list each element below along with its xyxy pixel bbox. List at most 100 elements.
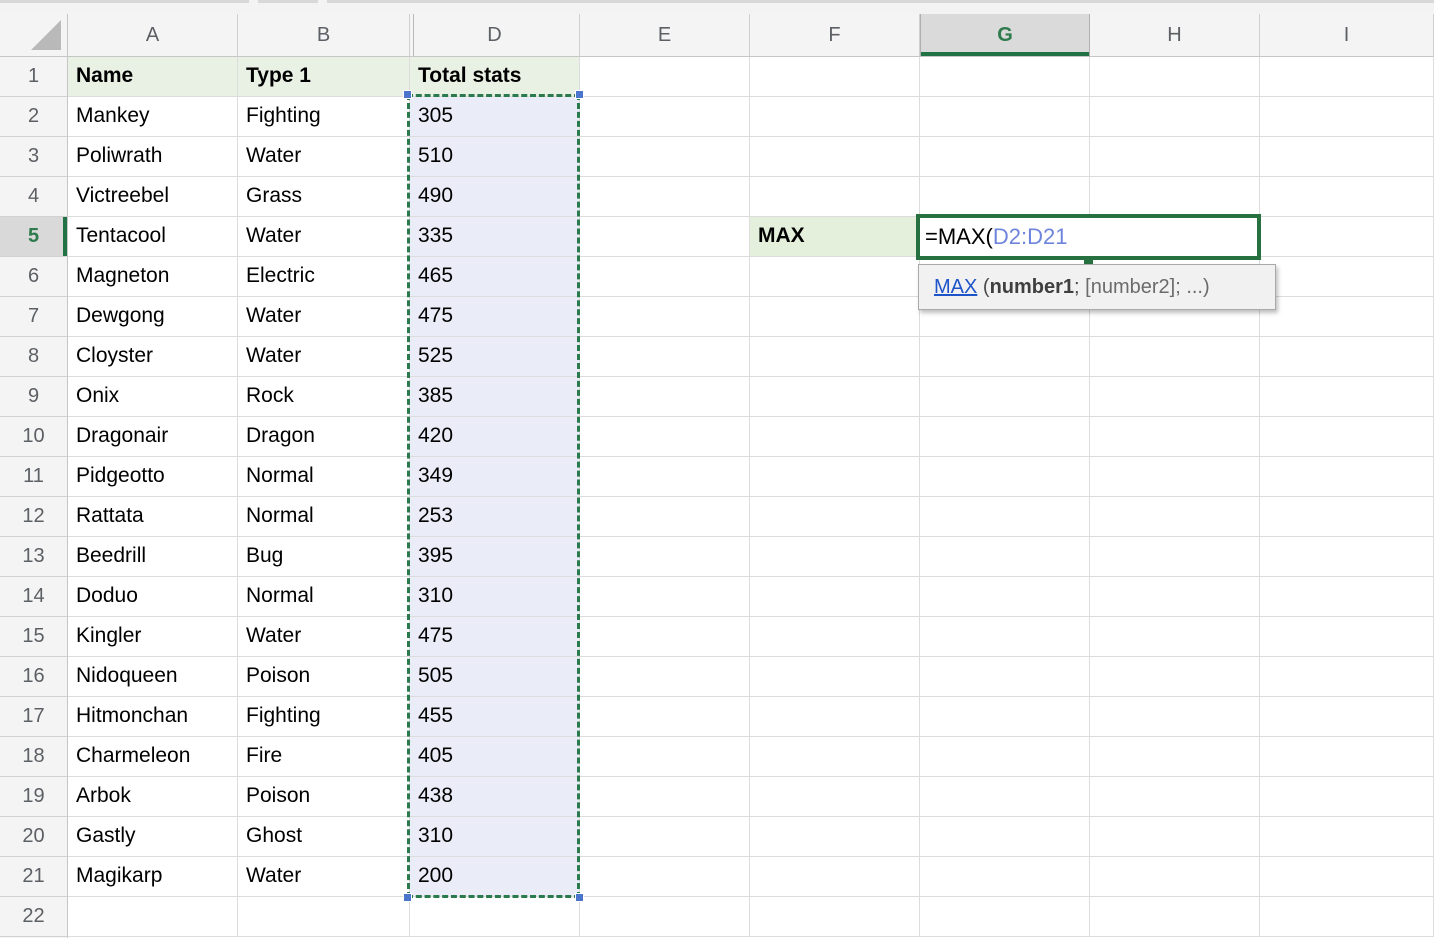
cell-I6[interactable] <box>1260 257 1434 297</box>
cell-D2[interactable]: 305 <box>410 97 580 137</box>
cell-D9[interactable]: 385 <box>410 377 580 417</box>
cell-E13[interactable] <box>580 537 750 577</box>
cell-A10[interactable]: Dragonair <box>68 417 238 457</box>
cell-I8[interactable] <box>1260 337 1434 377</box>
cell-H10[interactable] <box>1090 417 1260 457</box>
row-header-20[interactable]: 20 <box>0 817 68 857</box>
cell-A17[interactable]: Hitmonchan <box>68 697 238 737</box>
cell-I22[interactable] <box>1260 897 1434 937</box>
column-header-G[interactable]: G <box>920 14 1090 57</box>
cell-A13[interactable]: Beedrill <box>68 537 238 577</box>
cell-E11[interactable] <box>580 457 750 497</box>
cell-B4[interactable]: Grass <box>238 177 410 217</box>
cell-F19[interactable] <box>750 777 920 817</box>
cell-D21[interactable]: 200 <box>410 857 580 897</box>
row-header-9[interactable]: 9 <box>0 377 68 417</box>
cell-E7[interactable] <box>580 297 750 337</box>
cell-H15[interactable] <box>1090 617 1260 657</box>
row-header-16[interactable]: 16 <box>0 657 68 697</box>
cell-E20[interactable] <box>580 817 750 857</box>
cell-E1[interactable] <box>580 57 750 97</box>
cell-H18[interactable] <box>1090 737 1260 777</box>
cell-B11[interactable]: Normal <box>238 457 410 497</box>
cell-B10[interactable]: Dragon <box>238 417 410 457</box>
function-help-link[interactable]: MAX <box>934 276 977 299</box>
cell-H2[interactable] <box>1090 97 1260 137</box>
cell-H20[interactable] <box>1090 817 1260 857</box>
cell-I12[interactable] <box>1260 497 1434 537</box>
cell-G1[interactable] <box>920 57 1090 97</box>
cell-D12[interactable]: 253 <box>410 497 580 537</box>
cell-F12[interactable] <box>750 497 920 537</box>
cell-A5[interactable]: Tentacool <box>68 217 238 257</box>
cell-A22[interactable] <box>68 897 238 937</box>
cell-I1[interactable] <box>1260 57 1434 97</box>
cell-I15[interactable] <box>1260 617 1434 657</box>
cell-G10[interactable] <box>920 417 1090 457</box>
cell-D5[interactable]: 335 <box>410 217 580 257</box>
cell-A18[interactable]: Charmeleon <box>68 737 238 777</box>
cell-A12[interactable]: Rattata <box>68 497 238 537</box>
column-header-E[interactable]: E <box>580 14 750 57</box>
cell-I7[interactable] <box>1260 297 1434 337</box>
cell-A20[interactable]: Gastly <box>68 817 238 857</box>
cell-I5[interactable] <box>1260 217 1434 257</box>
cell-A3[interactable]: Poliwrath <box>68 137 238 177</box>
row-header-5[interactable]: 5 <box>0 217 68 257</box>
cell-H16[interactable] <box>1090 657 1260 697</box>
cell-H4[interactable] <box>1090 177 1260 217</box>
cell-E22[interactable] <box>580 897 750 937</box>
cell-E18[interactable] <box>580 737 750 777</box>
cell-F8[interactable] <box>750 337 920 377</box>
cell-B13[interactable]: Bug <box>238 537 410 577</box>
cell-B9[interactable]: Rock <box>238 377 410 417</box>
row-header-8[interactable]: 8 <box>0 337 68 377</box>
cell-D4[interactable]: 490 <box>410 177 580 217</box>
cell-F18[interactable] <box>750 737 920 777</box>
cell-F22[interactable] <box>750 897 920 937</box>
cell-F6[interactable] <box>750 257 920 297</box>
cell-H19[interactable] <box>1090 777 1260 817</box>
cell-G18[interactable] <box>920 737 1090 777</box>
cell-D10[interactable]: 420 <box>410 417 580 457</box>
column-header-D[interactable]: D <box>410 14 580 57</box>
cell-B1[interactable]: Type 1 <box>238 57 410 97</box>
cell-E21[interactable] <box>580 857 750 897</box>
column-header-B[interactable]: B <box>238 14 410 57</box>
cell-I18[interactable] <box>1260 737 1434 777</box>
cell-I3[interactable] <box>1260 137 1434 177</box>
cell-G22[interactable] <box>920 897 1090 937</box>
cell-H14[interactable] <box>1090 577 1260 617</box>
cell-B7[interactable]: Water <box>238 297 410 337</box>
cell-G19[interactable] <box>920 777 1090 817</box>
cell-F4[interactable] <box>750 177 920 217</box>
cell-D22[interactable] <box>410 897 580 937</box>
cell-A2[interactable]: Mankey <box>68 97 238 137</box>
selection-handle-bottom-left[interactable] <box>403 893 412 902</box>
cell-I13[interactable] <box>1260 537 1434 577</box>
cell-G20[interactable] <box>920 817 1090 857</box>
cell-B15[interactable]: Water <box>238 617 410 657</box>
cell-F17[interactable] <box>750 697 920 737</box>
cell-E8[interactable] <box>580 337 750 377</box>
cell-A14[interactable]: Doduo <box>68 577 238 617</box>
column-header-A[interactable]: A <box>68 14 238 57</box>
row-header-13[interactable]: 13 <box>0 537 68 577</box>
cell-A11[interactable]: Pidgeotto <box>68 457 238 497</box>
cell-D6[interactable]: 465 <box>410 257 580 297</box>
cell-I16[interactable] <box>1260 657 1434 697</box>
cell-G2[interactable] <box>920 97 1090 137</box>
column-header-F[interactable]: F <box>750 14 920 57</box>
cell-D13[interactable]: 395 <box>410 537 580 577</box>
selection-handle-bottom-right[interactable] <box>575 893 584 902</box>
cell-H1[interactable] <box>1090 57 1260 97</box>
cell-F5-max-label[interactable]: MAX <box>750 217 920 257</box>
row-header-6[interactable]: 6 <box>0 257 68 297</box>
cell-D11[interactable]: 349 <box>410 457 580 497</box>
row-header-12[interactable]: 12 <box>0 497 68 537</box>
row-header-19[interactable]: 19 <box>0 777 68 817</box>
cell-G16[interactable] <box>920 657 1090 697</box>
cell-D8[interactable]: 525 <box>410 337 580 377</box>
cell-D1[interactable]: Total stats <box>410 57 580 97</box>
cell-B16[interactable]: Poison <box>238 657 410 697</box>
